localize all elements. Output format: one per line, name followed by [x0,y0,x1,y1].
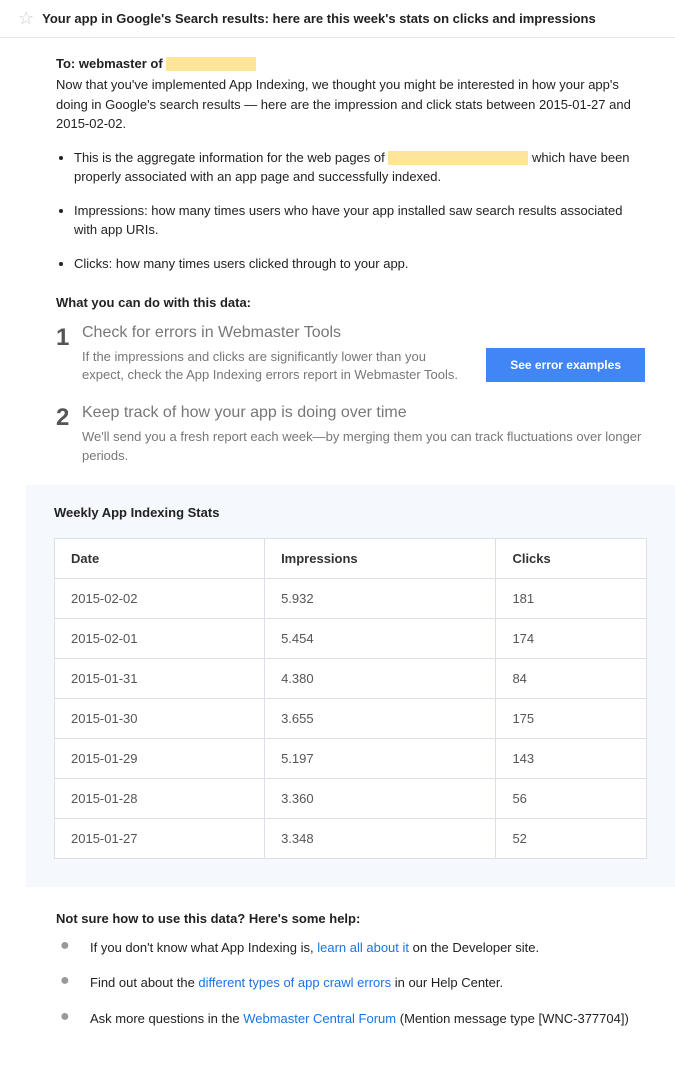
info-bullets: This is the aggregate information for th… [56,148,645,274]
subject-line: Your app in Google's Search results: her… [42,11,596,26]
intro-paragraph: Now that you've implemented App Indexing… [56,75,645,134]
help-text: (Mention message type [WNC-377704]) [396,1011,629,1026]
table-cell: 84 [496,658,647,698]
table-cell: 2015-01-30 [55,698,265,738]
forum-link[interactable]: Webmaster Central Forum [243,1011,396,1026]
table-row: 2015-01-283.36056 [55,778,647,818]
table-cell: 5.454 [265,618,496,658]
table-cell: 2015-01-27 [55,818,265,858]
stats-panel: Weekly App Indexing Stats Date Impressio… [26,485,675,887]
table-cell: 143 [496,738,647,778]
step-description: If the impressions and clicks are signif… [82,348,468,384]
step-number: 1 [56,326,82,384]
see-error-examples-button[interactable]: See error examples [486,348,645,382]
table-cell: 5.932 [265,578,496,618]
table-cell: 175 [496,698,647,738]
steps-container: 1 Check for errors in Webmaster Tools If… [56,324,645,465]
col-clicks: Clicks [496,538,647,578]
table-cell: 2015-02-02 [55,578,265,618]
redacted-recipient [166,57,256,71]
list-item: ● Find out about the different types of … [56,973,645,993]
table-cell: 181 [496,578,647,618]
bullet-icon: ● [56,938,90,954]
bullet-icon: ● [56,1009,90,1025]
table-cell: 5.197 [265,738,496,778]
to-label: To: webmaster of [56,56,166,71]
table-cell: 2015-01-28 [55,778,265,818]
table-cell: 2015-01-31 [55,658,265,698]
help-text: on the Developer site. [409,940,539,955]
list-item: ● Ask more questions in the Webmaster Ce… [56,1009,645,1029]
crawl-errors-link[interactable]: different types of app crawl errors [198,975,391,990]
table-cell: 3.655 [265,698,496,738]
step-1: 1 Check for errors in Webmaster Tools If… [56,324,645,384]
table-row: 2015-02-015.454174 [55,618,647,658]
list-item: Impressions: how many times users who ha… [74,201,645,240]
bullet-icon: ● [56,973,90,989]
table-row: 2015-01-273.34852 [55,818,647,858]
message-header: ☆ Your app in Google's Search results: h… [0,0,675,38]
table-cell: 2015-01-29 [55,738,265,778]
table-cell: 3.360 [265,778,496,818]
table-row: 2015-01-295.197143 [55,738,647,778]
list-item: This is the aggregate information for th… [74,148,645,187]
table-cell: 2015-02-01 [55,618,265,658]
redacted-domain [388,151,528,165]
step-number: 2 [56,406,82,464]
table-cell: 3.348 [265,818,496,858]
help-text: Ask more questions in the [90,1011,243,1026]
table-cell: 174 [496,618,647,658]
table-row: 2015-01-314.38084 [55,658,647,698]
table-cell: 52 [496,818,647,858]
learn-about-link[interactable]: learn all about it [317,940,409,955]
step-title: Keep track of how your app is doing over… [82,404,645,422]
what-you-can-do-title: What you can do with this data: [56,295,645,310]
col-date: Date [55,538,265,578]
to-line: To: webmaster of [56,56,645,71]
step-description: We'll send you a fresh report each week—… [82,428,645,464]
step-title: Check for errors in Webmaster Tools [82,324,645,342]
help-text: Find out about the [90,975,198,990]
star-icon[interactable]: ☆ [18,8,34,29]
stats-title: Weekly App Indexing Stats [54,505,647,520]
stats-table: Date Impressions Clicks 2015-02-025.9321… [54,538,647,859]
col-impr: Impressions [265,538,496,578]
help-text: in our Help Center. [391,975,503,990]
list-item: ● If you don't know what App Indexing is… [56,938,645,958]
message-body: To: webmaster of Now that you've impleme… [0,38,675,1074]
list-item: Clicks: how many times users clicked thr… [74,254,645,274]
bullet-text: This is the aggregate information for th… [74,150,388,165]
table-row: 2015-01-303.655175 [55,698,647,738]
help-text: If you don't know what App Indexing is, [90,940,317,955]
table-row: 2015-02-025.932181 [55,578,647,618]
help-list: ● If you don't know what App Indexing is… [56,938,645,1029]
table-cell: 56 [496,778,647,818]
table-cell: 4.380 [265,658,496,698]
help-title: Not sure how to use this data? Here's so… [56,911,645,926]
step-2: 2 Keep track of how your app is doing ov… [56,404,645,464]
